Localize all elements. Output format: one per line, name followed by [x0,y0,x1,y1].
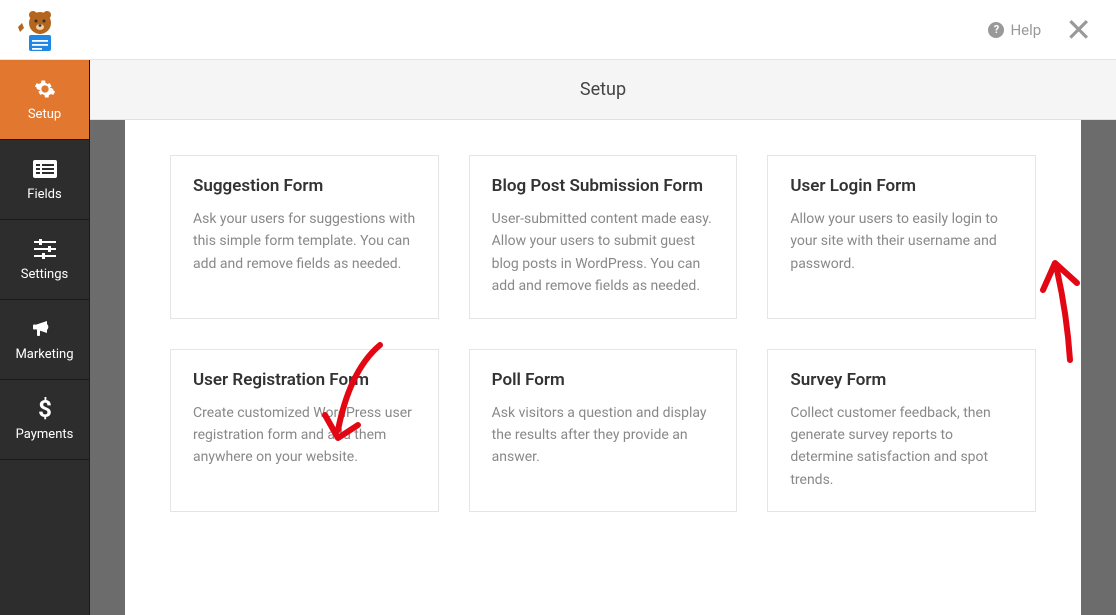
close-button[interactable]: ✕ [1061,14,1096,46]
main-content: Setup Suggestion Form Ask your users for… [90,60,1116,615]
template-description: Ask visitors a question and display the … [492,402,715,469]
template-title: User Login Form [790,176,1013,196]
sliders-icon [33,237,57,261]
top-bar-actions: ? Help ✕ [988,14,1096,46]
sidebar-item-label: Setup [28,107,61,122]
template-title: User Registration Form [193,370,416,390]
close-icon: ✕ [1065,11,1092,49]
template-description: Collect customer feedback, then generate… [790,402,1013,492]
sidebar-item-label: Payments [16,427,74,442]
gear-icon [33,77,57,101]
sidebar-item-label: Marketing [15,347,73,362]
help-link[interactable]: ? Help [988,21,1041,39]
template-card-user-registration[interactable]: User Registration Form Create customized… [170,349,439,513]
content-body: Suggestion Form Ask your users for sugge… [90,120,1116,615]
help-icon: ? [988,22,1004,38]
template-card-user-login[interactable]: User Login Form Allow your users to easi… [767,155,1036,319]
bullhorn-icon [33,317,57,341]
sidebar-item-marketing[interactable]: Marketing [0,300,89,380]
sidebar-item-setup[interactable]: Setup [0,60,89,140]
svg-text:$: $ [38,397,52,421]
template-card-poll[interactable]: Poll Form Ask visitors a question and di… [469,349,738,513]
page-title: Setup [580,79,626,100]
templates-grid: Suggestion Form Ask your users for sugge… [170,155,1036,512]
sidebar-item-payments[interactable]: $ Payments [0,380,89,460]
sidebar-item-settings[interactable]: Settings [0,220,89,300]
template-card-blog-post[interactable]: Blog Post Submission Form User-submitted… [469,155,738,319]
template-title: Suggestion Form [193,176,416,196]
template-card-suggestion[interactable]: Suggestion Form Ask your users for sugge… [170,155,439,319]
template-title: Survey Form [790,370,1013,390]
content-inner: Suggestion Form Ask your users for sugge… [125,120,1081,615]
sidebar-item-label: Settings [21,267,68,282]
sidebar-item-label: Fields [27,187,61,202]
template-description: Allow your users to easily login to your… [790,208,1013,275]
top-bar: ? Help ✕ [0,0,1116,60]
logo [10,0,70,60]
template-title: Poll Form [492,370,715,390]
sidebar: Setup Fields [0,60,90,615]
template-description: Create customized WordPress user registr… [193,402,416,469]
help-label: Help [1010,21,1041,39]
content-header: Setup [90,60,1116,120]
template-card-survey[interactable]: Survey Form Collect customer feedback, t… [767,349,1036,513]
template-description: User-submitted content made easy. Allow … [492,208,715,298]
list-icon [33,157,57,181]
template-title: Blog Post Submission Form [492,176,715,196]
sidebar-item-fields[interactable]: Fields [0,140,89,220]
template-description: Ask your users for suggestions with this… [193,208,416,275]
dollar-icon: $ [33,397,57,421]
